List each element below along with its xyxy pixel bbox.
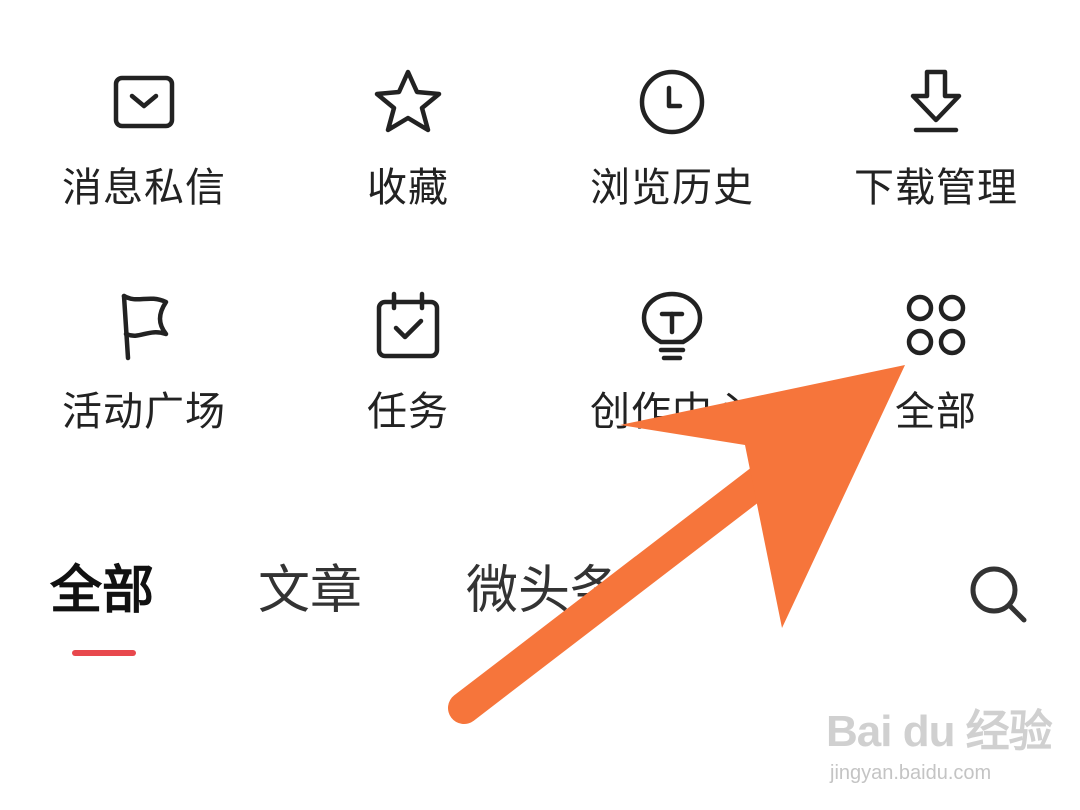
grid-dots-icon (906, 294, 966, 356)
menu-item-label: 下载管理 (854, 165, 1018, 211)
menu-item-label: 全部 (895, 389, 977, 435)
menu-item-label: 收藏 (367, 165, 449, 211)
screen: 消息私信 收藏 浏览历史 下载管理 活动广场 任务 创作中心 全部 全部 文章 … (0, 0, 1080, 810)
menu-item-label: 任务 (367, 389, 449, 435)
menu-item-history[interactable]: 浏览历史 (557, 62, 787, 242)
menu-item-messages[interactable]: 消息私信 (29, 62, 259, 242)
watermark-url: jingyan.baidu.com (830, 762, 992, 784)
menu-item-all[interactable]: 全部 (821, 286, 1051, 466)
calendar-check-icon (376, 291, 440, 359)
menu-item-label: 消息私信 (62, 165, 226, 211)
download-icon (910, 69, 962, 133)
menu-item-downloads[interactable]: 下载管理 (821, 62, 1051, 242)
tab-active-indicator (72, 650, 136, 656)
search-icon[interactable] (964, 560, 1034, 630)
menu-item-tasks[interactable]: 任务 (293, 286, 523, 466)
mail-icon (113, 75, 175, 129)
menu-item-activities[interactable]: 活动广场 (29, 286, 259, 466)
tab-articles[interactable]: 文章 (258, 558, 362, 624)
watermark: Bai du 经验 jingyan.baidu.com (826, 690, 1053, 790)
menu-item-creator-center[interactable]: 创作中心 (557, 286, 787, 466)
tab-all[interactable]: 全部 (50, 558, 154, 624)
menu-item-label: 创作中心 (590, 389, 754, 435)
lightbulb-icon (641, 291, 703, 361)
watermark-brand: Bai du 经验 (826, 707, 1053, 756)
star-icon (374, 69, 442, 133)
menu-item-label: 活动广场 (62, 389, 226, 435)
clock-icon (639, 69, 705, 135)
tab-micro-headlines[interactable]: 微头条 (466, 558, 622, 624)
flag-icon (121, 293, 169, 361)
menu-item-label: 浏览历史 (590, 165, 754, 211)
menu-item-favorites[interactable]: 收藏 (293, 62, 523, 242)
